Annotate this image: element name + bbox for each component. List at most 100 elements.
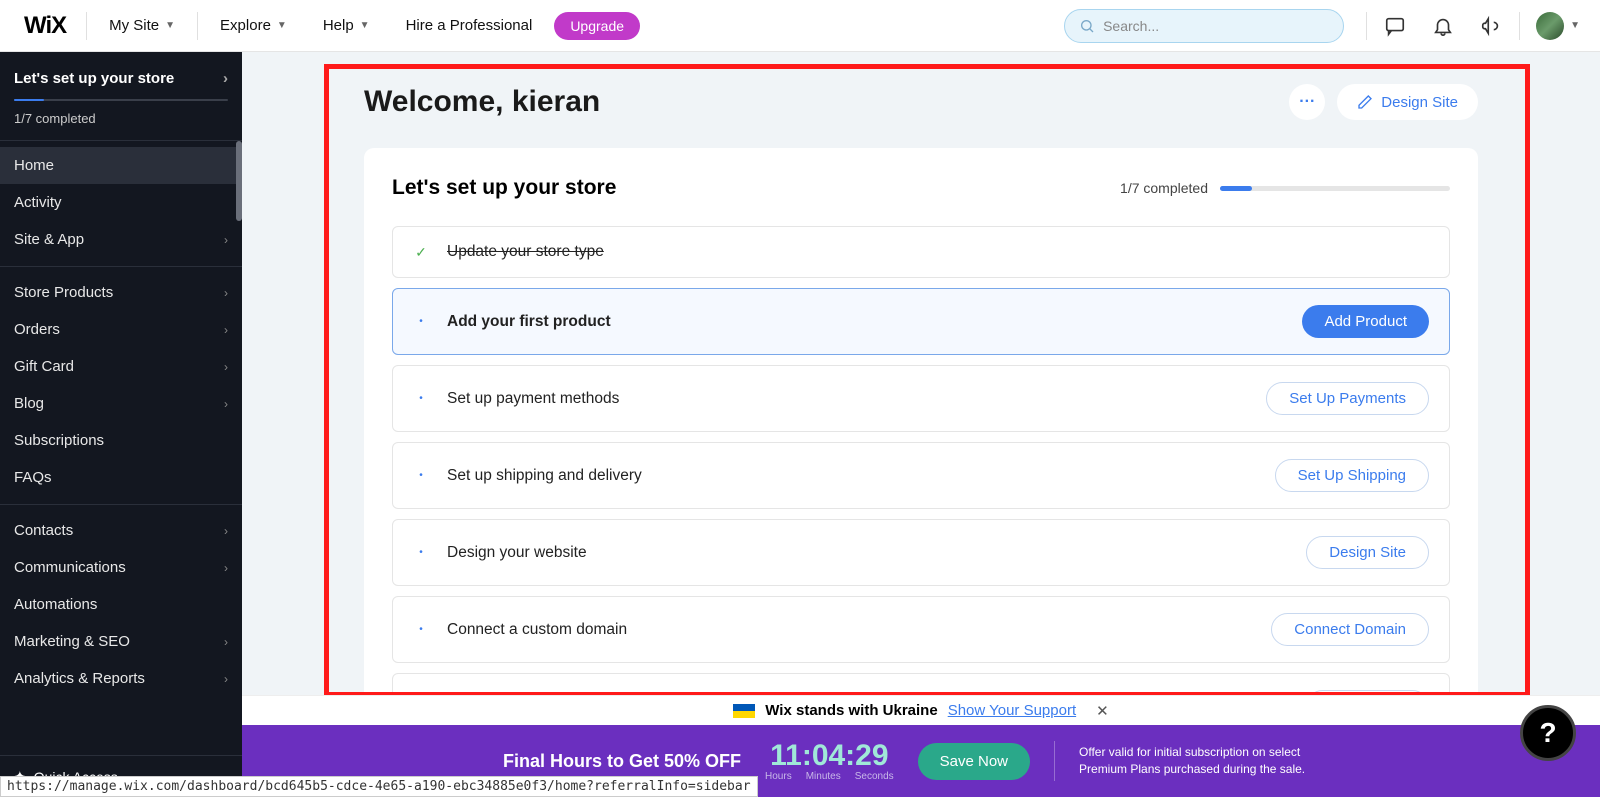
divider	[1054, 741, 1055, 781]
wix-logo[interactable]: WiX	[12, 12, 78, 40]
close-icon[interactable]: ✕	[1096, 702, 1109, 720]
sidebar-item-blog[interactable]: Blog›	[0, 385, 242, 422]
avatar	[1536, 12, 1564, 40]
chevron-right-icon: ›	[224, 524, 228, 538]
bullet-icon: •	[413, 624, 429, 635]
chevron-down-icon: ▼	[277, 20, 287, 31]
sidebar-item-label: Store Products	[14, 284, 113, 301]
step-action-button[interactable]: Design Site	[1306, 536, 1429, 569]
bullet-icon: •	[413, 393, 429, 404]
sidebar-item-gift-card[interactable]: Gift Card›	[0, 348, 242, 385]
explore-menu[interactable]: Explore ▼	[206, 9, 301, 42]
setup-step[interactable]: • Set up payment methods Set Up Payments	[392, 365, 1450, 432]
sidebar-item-store-products[interactable]: Store Products›	[0, 274, 242, 311]
setup-step[interactable]: ✓Update your store type	[392, 226, 1450, 278]
chevron-down-icon: ▼	[1570, 20, 1580, 31]
help-fab-button[interactable]: ?	[1520, 705, 1576, 761]
search-input[interactable]: Search...	[1064, 9, 1344, 43]
step-label: Set up shipping and delivery	[447, 467, 642, 485]
megaphone-icon[interactable]	[1471, 6, 1511, 46]
sidebar-item-label: Orders	[14, 321, 60, 338]
divider	[1366, 12, 1367, 40]
step-action-button[interactable]: Set Up Payments	[1266, 382, 1429, 415]
promo-fine-print: Offer valid for initial subscription on …	[1079, 744, 1339, 778]
chevron-down-icon: ▼	[360, 20, 370, 31]
sidebar-completed-text: 1/7 completed	[14, 111, 228, 126]
card-title: Let's set up your store	[392, 176, 616, 200]
ukraine-link[interactable]: Show Your Support	[948, 702, 1076, 719]
step-label: Connect a custom domain	[447, 621, 627, 639]
sidebar-item-analytics-reports[interactable]: Analytics & Reports ›	[0, 660, 242, 697]
chevron-down-icon: ▼	[165, 20, 175, 31]
status-bar-url: https://manage.wix.com/dashboard/bcd645b…	[0, 776, 758, 797]
sidebar: Let's set up your store › 1/7 completed …	[0, 52, 242, 797]
setup-card: Let's set up your store 1/7 completed ✓U…	[364, 148, 1478, 778]
welcome-title: Welcome, kieran	[364, 85, 600, 119]
bullet-icon: •	[413, 547, 429, 558]
sidebar-item-label: Home	[14, 157, 54, 174]
upgrade-button[interactable]: Upgrade	[554, 12, 640, 40]
sidebar-setup-title: Let's set up your store	[14, 70, 174, 87]
sidebar-item-label: FAQs	[14, 469, 52, 486]
check-icon: ✓	[413, 244, 429, 261]
chat-icon[interactable]	[1375, 6, 1415, 46]
sidebar-item-label: Site & App	[14, 231, 84, 248]
step-action-button[interactable]: Add Product	[1302, 305, 1429, 338]
search-icon	[1079, 18, 1095, 34]
chevron-right-icon: ›	[224, 360, 228, 374]
chevron-right-icon: ›	[224, 323, 228, 337]
ukraine-banner: Wix stands with Ukraine Show Your Suppor…	[242, 695, 1600, 725]
sidebar-item-communications[interactable]: Communications›	[0, 549, 242, 586]
site-selector-label: My Site	[109, 17, 159, 34]
sidebar-item-site-app[interactable]: Site & App ›	[0, 221, 242, 258]
sidebar-item-subscriptions[interactable]: Subscriptions	[0, 422, 242, 459]
step-action-button[interactable]: Set Up Shipping	[1275, 459, 1429, 492]
site-selector[interactable]: My Site ▼	[95, 9, 189, 42]
save-now-button[interactable]: Save Now	[918, 743, 1030, 780]
chevron-right-icon: ›	[224, 635, 228, 649]
more-actions-button[interactable]: ···	[1289, 84, 1325, 120]
sidebar-item-faqs[interactable]: FAQs	[0, 459, 242, 496]
bullet-icon: •	[413, 316, 429, 327]
step-action-button[interactable]: Connect Domain	[1271, 613, 1429, 646]
explore-label: Explore	[220, 17, 271, 34]
account-menu[interactable]: ▼	[1528, 6, 1588, 46]
sidebar-item-automations[interactable]: Automations	[0, 586, 242, 623]
design-site-label: Design Site	[1381, 94, 1458, 111]
promo-seconds-label: Seconds	[855, 771, 894, 782]
sidebar-item-marketing-seo[interactable]: Marketing & SEO ›	[0, 623, 242, 660]
step-label: Design your website	[447, 544, 587, 562]
topbar: WiX My Site ▼ Explore ▼ Help ▼ Hire a Pr…	[0, 0, 1600, 52]
pencil-icon	[1357, 94, 1373, 110]
sidebar-item-label: Subscriptions	[14, 432, 104, 449]
sidebar-menu[interactable]: HomeActivitySite & App›Store Products›Or…	[0, 141, 242, 755]
sidebar-item-label: Marketing & SEO	[14, 633, 130, 650]
sidebar-item-label: Contacts	[14, 522, 73, 539]
help-menu[interactable]: Help ▼	[309, 9, 384, 42]
card-progress-bar	[1220, 186, 1450, 191]
hire-professional[interactable]: Hire a Professional	[392, 9, 547, 42]
sidebar-item-label: Automations	[14, 596, 97, 613]
sidebar-item-label: Analytics & Reports	[14, 670, 145, 687]
design-site-button[interactable]: Design Site	[1337, 84, 1478, 120]
bell-icon[interactable]	[1423, 6, 1463, 46]
ukraine-text: Wix stands with Ukraine	[765, 702, 937, 719]
sidebar-item-home[interactable]: Home	[0, 147, 242, 184]
chevron-right-icon: ›	[224, 233, 228, 247]
sidebar-setup-block[interactable]: Let's set up your store › 1/7 completed	[0, 52, 242, 141]
step-label: Set up payment methods	[447, 390, 619, 408]
setup-step[interactable]: • Connect a custom domain Connect Domain	[392, 596, 1450, 663]
sidebar-item-label: Activity	[14, 194, 62, 211]
setup-step[interactable]: • Design your website Design Site	[392, 519, 1450, 586]
setup-step[interactable]: • Set up shipping and delivery Set Up Ship…	[392, 442, 1450, 509]
sidebar-item-activity[interactable]: Activity	[0, 184, 242, 221]
step-label: Add your first product	[447, 313, 611, 331]
chevron-right-icon: ›	[224, 561, 228, 575]
chevron-right-icon: ›	[224, 672, 228, 686]
setup-step[interactable]: • Add your first product Add Product	[392, 288, 1450, 355]
bullet-icon: •	[413, 470, 429, 481]
promo-hours-label: Hours	[765, 771, 792, 782]
sidebar-item-contacts[interactable]: Contacts ›	[0, 512, 242, 549]
sidebar-item-orders[interactable]: Orders ›	[0, 311, 242, 348]
help-label: Help	[323, 17, 354, 34]
